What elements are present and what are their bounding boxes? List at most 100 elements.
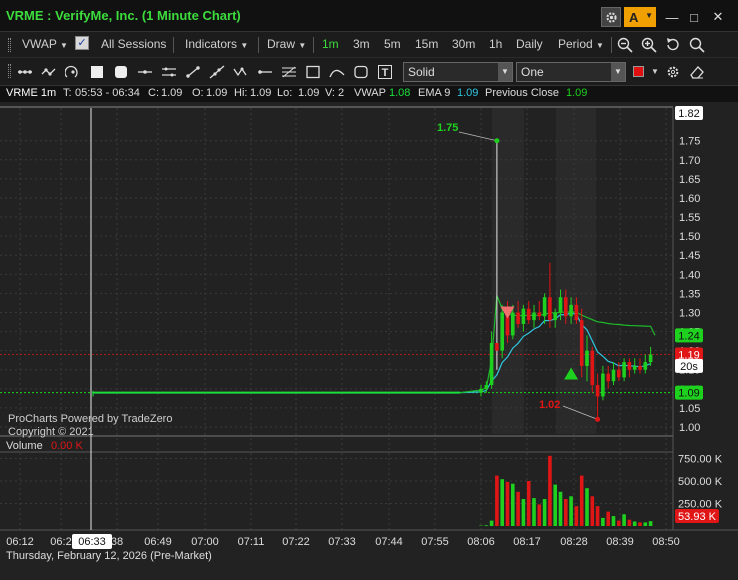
interval-1m[interactable]: 1m	[322, 37, 339, 51]
toolbar-grip[interactable]	[8, 38, 11, 52]
channel-icon[interactable]	[161, 65, 177, 79]
volume-bar	[511, 483, 515, 526]
candle-body	[526, 308, 531, 321]
close-button[interactable]: ✕	[710, 7, 726, 27]
price-tick-label: 1.35	[679, 288, 700, 300]
price-tick-label: 1.75	[679, 136, 700, 148]
volume-pane-value: 0.00 K	[51, 440, 83, 452]
volume-label: V:	[325, 87, 335, 99]
high-point-dot	[494, 138, 500, 144]
time-label: T:	[63, 87, 72, 99]
price-chart-svg[interactable]: 1.82 1.75 1.70 1.65 1.60 1.55 1.50 1.45 1.40 1.35…	[0, 102, 738, 580]
chevron-down-icon: ▼	[645, 11, 653, 20]
horizontal-ray-icon[interactable]	[257, 65, 273, 79]
volume-bar	[627, 519, 632, 526]
toolbar-grip[interactable]	[8, 64, 11, 78]
theme-selector[interactable]: A ▼	[624, 7, 656, 27]
volume-bar	[505, 481, 510, 526]
price-tick-label: 1.00	[679, 422, 700, 434]
rectangle-fill-icon[interactable]	[89, 65, 105, 79]
zoom-out-icon[interactable]	[617, 37, 633, 53]
interval-5m[interactable]: 5m	[384, 37, 401, 51]
volume-bar	[548, 455, 552, 526]
line-width-select[interactable]: One ▼	[516, 62, 626, 82]
ray-icon[interactable]	[41, 65, 57, 79]
ellipse-icon[interactable]	[353, 65, 369, 79]
interval-15m[interactable]: 15m	[415, 37, 438, 51]
drawing-toolbar: T Solid ▼ One ▼ ▼	[0, 58, 738, 86]
volume-bar	[643, 522, 648, 526]
interval-daily[interactable]: Daily	[516, 37, 543, 51]
time-tick-label: 07:00	[191, 536, 219, 548]
interval-1h[interactable]: 1h	[489, 37, 502, 51]
volume-bar	[574, 506, 579, 526]
candle-body	[579, 320, 584, 366]
settings-button[interactable]	[601, 7, 621, 27]
volume-last-label: 53.93 K	[678, 511, 717, 523]
separator	[173, 37, 174, 53]
vwap-label: VWAP	[354, 87, 386, 99]
time-tick-label: 06:49	[144, 536, 172, 548]
candle-body	[632, 365, 637, 370]
chart-area[interactable]: 1.82 1.75 1.70 1.65 1.60 1.55 1.50 1.45 1.40 1.35…	[0, 102, 738, 580]
draw-dropdown[interactable]: Draw ▼	[267, 37, 306, 51]
volume-bar	[606, 511, 610, 526]
maximize-button[interactable]: □	[686, 7, 702, 27]
time-value: 05:53 - 06:34	[75, 87, 140, 99]
prev-close-value: 1.09	[566, 87, 588, 99]
candle-body	[548, 297, 552, 321]
prev-close-label: Previous Close	[485, 87, 559, 99]
sessions-checkbox[interactable]: ✓	[75, 36, 89, 50]
fibonacci-icon[interactable]	[281, 65, 297, 79]
volume-bar	[601, 517, 605, 526]
arc-icon[interactable]	[65, 65, 81, 79]
time-tick-label: 07:11	[238, 536, 265, 548]
volume-bar	[632, 521, 637, 526]
horizontal-line-icon[interactable]	[137, 65, 153, 79]
drawing-settings-icon[interactable]	[665, 65, 681, 79]
rounded-rect-icon[interactable]	[113, 65, 129, 79]
candle-body	[648, 354, 653, 363]
volume-tick-label: 250.00 K	[678, 499, 723, 511]
curve-icon[interactable]	[329, 65, 345, 79]
candle-body	[611, 369, 616, 382]
candle-body	[585, 350, 589, 366]
zoom-in-icon[interactable]	[641, 37, 657, 53]
volume-bar	[495, 475, 499, 526]
reset-zoom-icon[interactable]	[665, 37, 681, 51]
volume-bar	[595, 506, 600, 526]
minimize-button[interactable]: —	[664, 7, 680, 27]
volume-bar	[611, 516, 616, 526]
time-tick-label: 38	[111, 536, 123, 548]
main-toolbar: VWAP ▼ All Sessions Indicators ▼ Draw ▼ …	[0, 32, 738, 58]
volume-bar	[542, 499, 547, 526]
color-dropdown-arrow-icon[interactable]: ▼	[651, 67, 659, 81]
extended-line-icon[interactable]	[209, 65, 225, 79]
interval-3m[interactable]: 3m	[353, 37, 370, 51]
sessions-label[interactable]: All Sessions	[101, 37, 166, 51]
candle-body	[495, 343, 499, 351]
watermark-line2: Copyright © 2021	[8, 426, 94, 438]
time-tick-label: 08:06	[467, 536, 495, 548]
time-tick-label: 06:2	[50, 536, 71, 548]
chevron-down-icon: ▼	[611, 63, 625, 81]
study-dropdown[interactable]: VWAP ▼	[22, 37, 68, 51]
indicators-dropdown[interactable]: Indicators ▼	[185, 37, 248, 51]
volume-bar	[622, 514, 626, 526]
rectangle-icon[interactable]	[305, 65, 321, 79]
volume-bar	[484, 525, 489, 526]
magnifier-icon[interactable]	[689, 37, 705, 53]
interval-30m[interactable]: 30m	[452, 37, 475, 51]
drawing-color-swatch[interactable]	[633, 66, 644, 77]
period-dropdown[interactable]: Period ▼	[558, 37, 604, 51]
time-tick-label: 08:17	[513, 536, 541, 548]
eraser-icon[interactable]	[689, 65, 705, 79]
svg-text:T: T	[382, 67, 389, 79]
text-tool-icon[interactable]: T	[377, 65, 393, 79]
line-segment-icon[interactable]	[185, 65, 201, 79]
line-style-select[interactable]: Solid ▼	[403, 62, 513, 82]
trend-line-icon[interactable]	[17, 65, 33, 79]
price-tag-label: 1.82	[678, 108, 699, 120]
zigzag-icon[interactable]	[233, 65, 249, 79]
candle-body	[643, 362, 648, 370]
